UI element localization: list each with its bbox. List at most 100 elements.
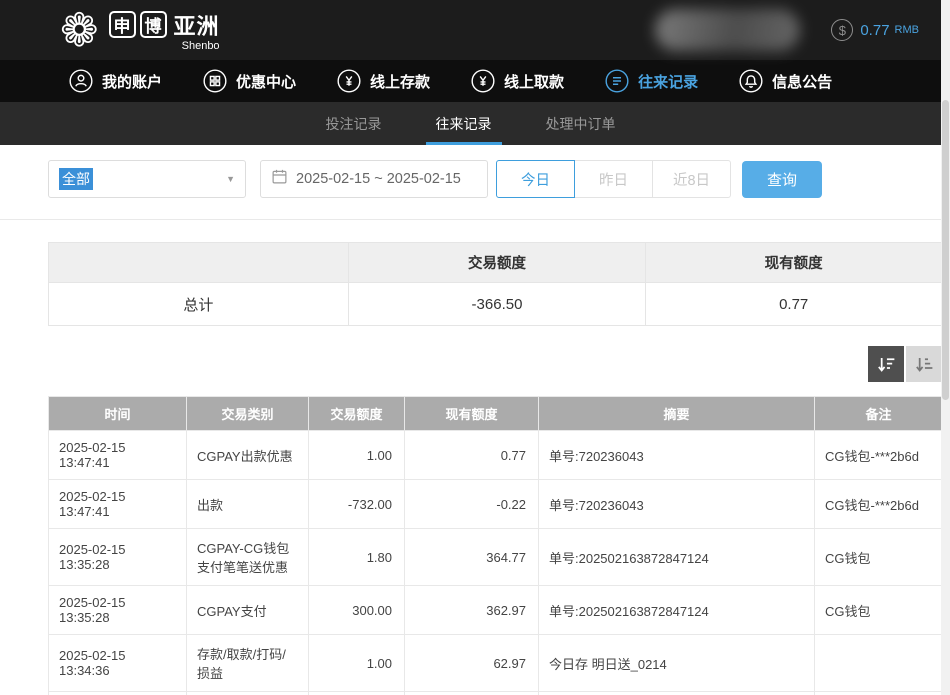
table-cell: 2.00 [309,692,405,695]
summary-header-balance: 现有额度 [646,243,941,283]
table-cell: 2025-02-15 13:34:36 [49,635,187,692]
table-cell: 单号:202502163872847124 [539,529,815,586]
col-header-type: 交易类别 [187,397,309,431]
nav-label: 我的账户 [102,71,162,92]
flower-logo-icon: ❁ [60,7,99,53]
records-header-row: 时间 交易类别 交易额度 现有额度 摘要 备注 [49,397,942,431]
table-row: 2025-02-15 13:35:28CGPAY支付300.00362.97单号… [49,586,942,635]
summary-header-transaction: 交易额度 [348,243,646,283]
brand-suffix: 亚洲 [174,9,220,41]
account-info-blurred [655,9,800,51]
main-nav: 我的账户 优惠中心 线上存款 [0,60,941,102]
yesterday-button[interactable]: 昨日 [574,160,653,198]
table-cell: 1.00 [309,431,405,480]
summary-current-balance: 0.77 [646,283,941,326]
brand-en: Shenbo [109,40,220,52]
top-header: ❁ 申 博 亚洲 Shenbo $ 0.77 RMB [0,0,941,60]
table-cell: 存款/取款/打码/损益 [187,635,309,692]
col-header-amount: 交易额度 [309,397,405,431]
table-cell: 62.97 [405,635,539,692]
tab-transaction-records[interactable]: 往来记录 [426,102,502,145]
table-cell: -0.22 [405,480,539,529]
records-icon [604,68,630,94]
table-cell: CGPAY出款优惠 [187,431,309,480]
section-divider [0,219,941,220]
query-button[interactable]: 查询 [742,161,822,198]
table-cell: 出款 [187,480,309,529]
quick-date-buttons: 今日 昨日 近8日 [496,160,731,198]
table-cell: CG钱包 [815,586,942,635]
tab-processing-orders[interactable]: 处理中订单 [536,102,626,145]
table-cell: 362.97 [405,586,539,635]
table-cell: CG钱包-***2b6d [815,431,942,480]
records-table-body: 2025-02-15 13:47:41CGPAY出款优惠1.000.77单号:7… [49,431,942,695]
col-header-time: 时间 [49,397,187,431]
table-cell: 2025-02-15 13:35:28 [49,529,187,586]
table-cell: 364.77 [405,529,539,586]
table-cell: 61.97 [405,692,539,695]
date-range-value: 2025-02-15 ~ 2025-02-15 [296,171,461,187]
table-cell: CG钱包 [815,529,942,586]
dollar-icon: $ [831,19,853,41]
page: ❁ 申 博 亚洲 Shenbo $ 0.77 RMB [0,0,941,695]
table-cell: CGPAY-CG钱包支付笔笔送优惠 [187,529,309,586]
nav-item-announcements[interactable]: 信息公告 [738,68,832,94]
brand-char-box: 博 [140,11,167,38]
nav-item-withdraw[interactable]: 线上取款 [470,68,564,94]
nav-item-my-account[interactable]: 我的账户 [68,68,162,94]
table-cell: 2025-02-15 13:47:41 [49,431,187,480]
vertical-scrollbar[interactable] [941,0,950,695]
nav-label: 信息公告 [772,71,832,92]
bell-icon [738,68,764,94]
table-cell: -732.00 [309,480,405,529]
table-cell: 单号:720236043 [539,480,815,529]
sub-nav: 投注记录 往来记录 处理中订单 [0,102,941,145]
deposit-coin-icon [336,68,362,94]
brand-logo[interactable]: ❁ 申 博 亚洲 Shenbo [60,7,220,53]
sort-descending-button[interactable] [868,346,904,382]
scrollbar-thumb[interactable] [942,100,949,400]
filter-bar: 全部 ▼ 2025-02-15 ~ 2025-02-15 今日 昨日 近8日 查… [48,160,941,198]
nav-label: 线上取款 [504,71,564,92]
chevron-down-icon: ▼ [226,174,235,184]
nav-item-promotions[interactable]: 优惠中心 [202,68,296,94]
nav-label: 线上存款 [370,71,430,92]
today-button[interactable]: 今日 [496,160,575,198]
table-row: 2025-02-15 13:35:28CGPAY-CG钱包支付笔笔送优惠1.80… [49,529,942,586]
brand-text: 申 博 亚洲 Shenbo [109,9,220,52]
table-cell: 今日存 明日送_0214 [539,635,815,692]
sort-ascending-button[interactable] [906,346,941,382]
tab-betting-records[interactable]: 投注记录 [316,102,392,145]
table-row: 2025-02-15 13:47:41CGPAY出款优惠1.000.77单号:7… [49,431,942,480]
summary-table: 交易额度 现有额度 总计 -366.50 0.77 [48,242,941,326]
col-header-summary: 摘要 [539,397,815,431]
table-row: 2025-02-15 13:47:41出款-732.00-0.22单号:7202… [49,480,942,529]
table-cell: 单号:720236043 [539,431,815,480]
table-cell: 2025-02-15 13:35:28 [49,586,187,635]
nav-label: 优惠中心 [236,71,296,92]
table-row: 2025-02-15 13:34:36存款/取款/打码/损益1.0062.97今… [49,635,942,692]
summary-row-label: 总计 [49,283,349,326]
wallet-balance: $ 0.77 RMB [831,0,919,60]
promotions-icon [202,68,228,94]
table-cell: 2025-02-15 13:34:36 [49,692,187,695]
col-header-note: 备注 [815,397,942,431]
table-cell [815,692,942,695]
nav-item-deposit[interactable]: 线上存款 [336,68,430,94]
table-cell: 单号:202502163872847124 [539,586,815,635]
nav-label: 往来记录 [638,71,698,92]
table-cell: 1.80 [309,529,405,586]
category-selected-value: 全部 [59,168,93,190]
summary-header-blank [49,243,349,283]
date-range-input[interactable]: 2025-02-15 ~ 2025-02-15 [260,160,488,198]
category-dropdown[interactable]: 全部 ▼ [48,160,246,198]
table-cell: 2025-02-15 13:47:41 [49,480,187,529]
account-icon [68,68,94,94]
summary-transaction-total: -366.50 [348,283,646,326]
sort-bar [48,346,941,382]
table-cell: 300.00 [309,586,405,635]
last-8-days-button[interactable]: 近8日 [652,160,731,198]
table-cell: 0.77 [405,431,539,480]
table-cell: 金蛇献瑞 财运通天 登录钜惠 人人皆有_0214 [539,692,815,695]
nav-item-transaction-records[interactable]: 往来记录 [604,68,698,94]
